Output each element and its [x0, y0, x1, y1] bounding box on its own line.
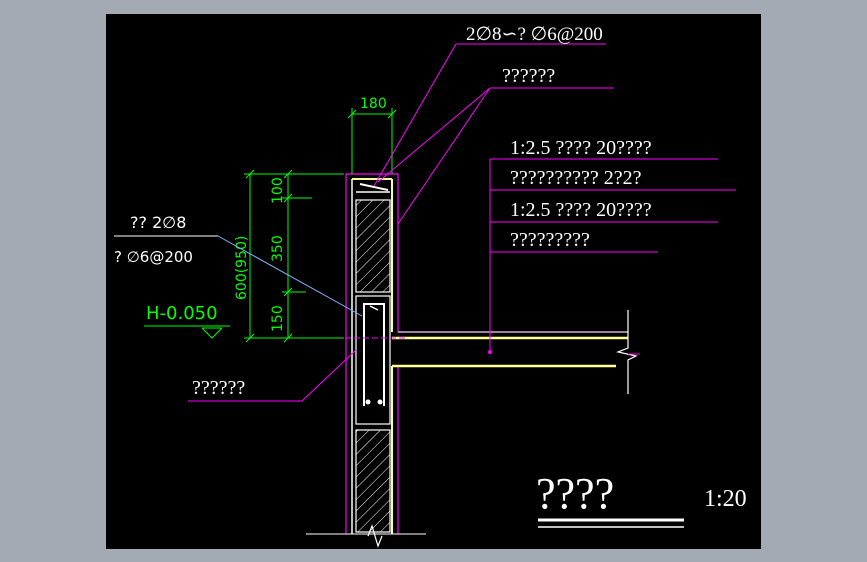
dim-600-label: 600(950): [234, 236, 250, 300]
leader-lines: [188, 43, 736, 402]
masonry-lower: [355, 429, 391, 533]
elevation-label: H-0.050: [146, 303, 218, 324]
dim-150-label: 150: [270, 305, 286, 332]
title-block: ???? 1:20: [536, 469, 747, 528]
layer1-label: 1:2.5 ???? 20????: [510, 137, 652, 159]
dim-100-label: 100: [270, 177, 286, 204]
drawing-title: ????: [536, 469, 614, 518]
drawing-canvas: 180 600(950) 100 350 150 H-0.050 2∅8∽? ∅…: [106, 14, 761, 549]
detail-drawing: 180 600(950) 100 350 150 H-0.050 2∅8∽? ∅…: [114, 24, 747, 548]
layer4-label: ?????????: [510, 229, 590, 251]
dim-180-label: 180: [360, 96, 387, 112]
rebar-top-label: 2∅8∽? ∅6@200: [466, 24, 603, 45]
layer3-label: 1:2.5 ???? 20????: [510, 199, 652, 221]
masonry-upper: [355, 199, 391, 293]
left-note2-label: ? ∅6@200: [114, 248, 193, 266]
bottom-note-label: ??????: [192, 377, 245, 399]
dim-350-label: 350: [270, 235, 286, 262]
left-note1-label: ?? 2∅8: [130, 213, 186, 232]
layer2-label: ?????????? 2?2?: [510, 167, 642, 189]
scale-label: 1:20: [704, 486, 747, 512]
note-top-label: ??????: [502, 65, 555, 87]
